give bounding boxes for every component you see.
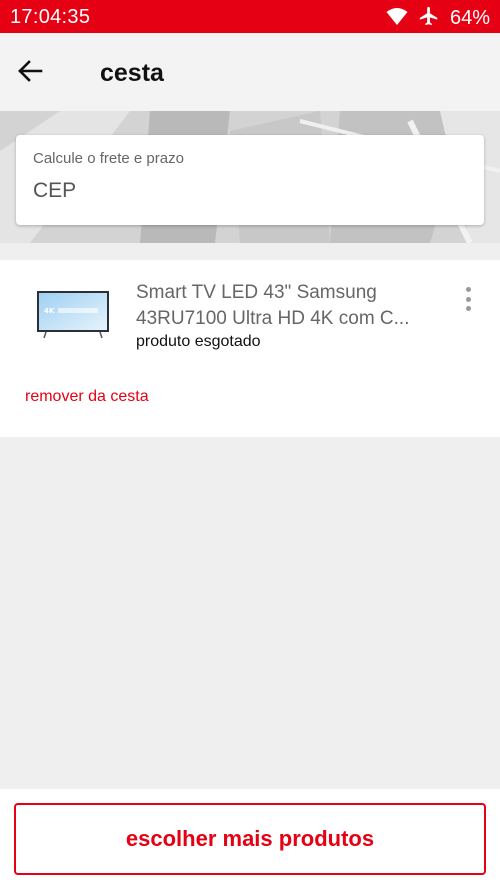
svg-text:4K: 4K [44,307,55,315]
more-vertical-icon[interactable] [456,286,480,312]
tv-icon[interactable]: 4K [36,291,110,339]
status-bar: 17:04:35 64% [0,0,500,33]
airplane-icon [418,5,440,32]
page-title: cesta [100,59,164,87]
cart-item: 4K Smart TV LED 43" Samsung 43RU7100 Ult… [0,260,500,437]
footer: escolher mais produtos [0,789,500,889]
battery-level: 64% [449,7,490,29]
wifi-icon [386,6,408,31]
product-status: produto esgotado [136,333,261,350]
remove-from-cart-link[interactable]: remover da cesta [25,388,149,406]
product-name-line1: Smart TV LED 43" Samsung [136,282,377,303]
choose-more-products-button[interactable]: escolher mais produtos [14,803,486,875]
shipping-label: Calcule o frete e prazo [33,150,184,167]
product-name-line2: 43RU7100 Ultra HD 4K com C... [136,308,410,329]
arrow-left-icon [17,59,43,87]
status-time: 17:04:35 [10,6,91,28]
app-bar: cesta [0,33,500,111]
product-name[interactable]: Smart TV LED 43" Samsung 43RU7100 Ultra … [136,280,446,332]
status-icons: 64% [386,5,490,32]
back-button[interactable] [14,57,46,89]
cep-input[interactable] [33,176,463,206]
shipping-card: Calcule o frete e prazo [16,135,484,225]
